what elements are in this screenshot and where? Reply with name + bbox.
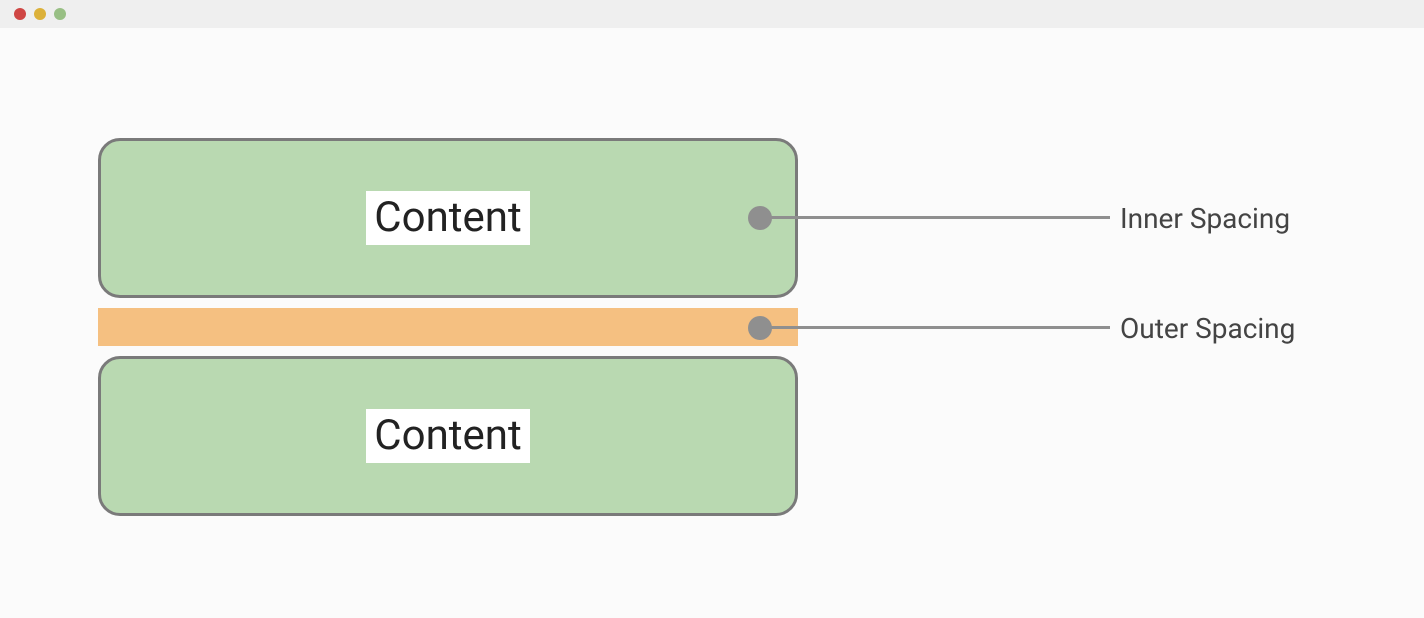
padding-box-top: Content <box>98 138 798 298</box>
callout-label-inner: Inner Spacing <box>1120 202 1290 235</box>
content-label-bottom: Content <box>366 409 529 463</box>
padding-box-bottom: Content <box>98 356 798 516</box>
content-label-top: Content <box>366 191 529 245</box>
close-icon[interactable] <box>14 8 26 20</box>
callout-line-inner <box>770 216 1110 219</box>
margin-bar <box>98 308 798 346</box>
minimize-icon[interactable] <box>34 8 46 20</box>
window-titlebar <box>0 0 1424 28</box>
callout-label-outer: Outer Spacing <box>1120 312 1295 345</box>
diagram-canvas: Content Content Inner Spacing Outer Spac… <box>0 28 1424 618</box>
callout-line-outer <box>770 326 1110 329</box>
callout-dot-inner <box>748 206 772 230</box>
zoom-icon[interactable] <box>54 8 66 20</box>
callout-dot-outer <box>748 316 772 340</box>
